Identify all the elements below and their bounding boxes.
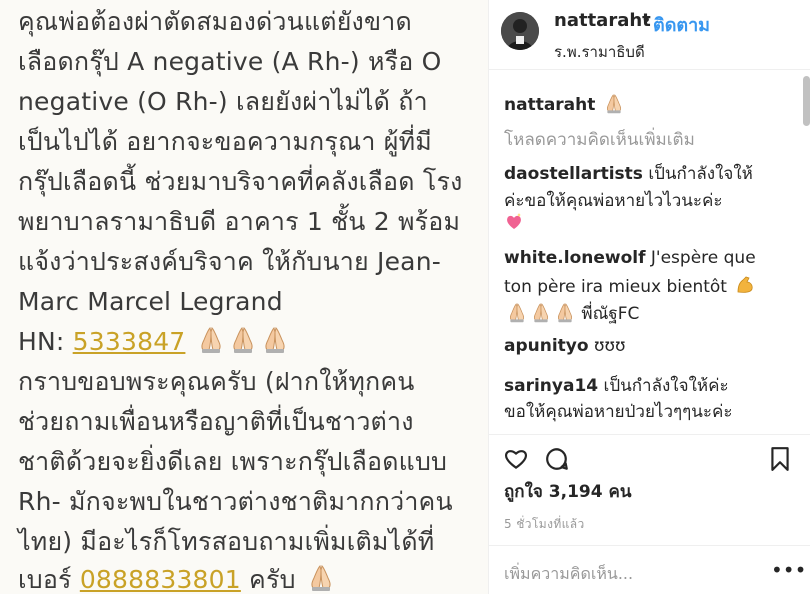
folded-hands-icon <box>554 301 576 323</box>
add-comment-input[interactable]: เพิ่มความคิดเห็น... <box>504 562 633 587</box>
folded-hands-icon <box>196 324 226 354</box>
location-link[interactable]: ร.พ.รามาธิบดี <box>554 40 645 64</box>
post-text-line: แจ้งว่าประสงค์บริจาค ให้กับนาย Jean- <box>18 247 441 276</box>
folded-hands-icon <box>530 301 552 323</box>
comment-username[interactable]: daostellartists <box>504 164 643 184</box>
post-text-line: พยาบาลรามาธิบดี อาคาร 1 ชั้น 2 พร้อม <box>18 207 461 236</box>
comment-text: พี่ณัฐFC <box>581 304 640 324</box>
comment-text: ขอให้คุณพ่อหายป่วยไวๆๆนะค่ะ <box>504 402 733 422</box>
avatar[interactable] <box>501 12 539 50</box>
hn-line: HN: 5333847 <box>18 322 290 362</box>
phone-suffix: ครับ <box>240 565 296 594</box>
likes-count[interactable]: ถูกใจ 3,194 คน <box>504 478 631 505</box>
hn-label: HN: <box>18 327 73 356</box>
comment-line: daostellartists เป็นกำลังใจให้ <box>504 160 753 187</box>
follow-button[interactable]: ติดตาม <box>653 10 710 39</box>
sparkling-heart-icon <box>504 212 524 237</box>
flexed-biceps-icon <box>737 276 753 293</box>
post-text-line: เป็นไปได้ อยากจะขอความกรุณา ผู้ที่มี <box>18 127 432 156</box>
comment-text: เป็นกำลังใจให้ <box>648 164 753 184</box>
caption: nattaraht <box>504 92 625 115</box>
post-text-line: กราบขอบพระคุณครับ (ฝากให้ทุกคน <box>18 367 415 396</box>
likes-label: ถูกใจ <box>504 482 543 502</box>
comment-line: พี่ณัฐFC <box>504 300 639 327</box>
comment-username[interactable]: apunityo <box>504 336 589 356</box>
comment-line: white.lonewolf J'espère que <box>504 248 756 268</box>
comments-panel: nattaraht • ติดตาม ร.พ.รามาธิบดี nattara… <box>488 0 810 594</box>
post-image: คุณพ่อต้องผ่าตัดสมองด่วนแต่ยังขาด เลือดก… <box>0 0 488 594</box>
folded-hands-icon <box>228 324 258 354</box>
post-text-line: ไทย) มีอะไรก็โทรสอบถามเพิ่มเติมได้ที่ <box>18 527 435 556</box>
post-text-line: negative (O Rh-) เลยยังผ่าไม่ได้ ถ้า <box>18 87 428 116</box>
likes-unit: คน <box>608 482 632 502</box>
heart-icon[interactable] <box>503 446 529 472</box>
post-time[interactable]: 5 ชั่วโมงที่แล้ว <box>504 515 585 534</box>
folded-hands-icon <box>260 324 290 354</box>
phone-prefix: เบอร์ <box>18 565 80 594</box>
comment-text: ʊʊʊ <box>593 336 626 356</box>
likes-number: 3,194 <box>548 482 603 502</box>
action-bar <box>489 440 810 480</box>
divider <box>489 434 810 435</box>
load-more-comments-link[interactable]: โหลดความคิดเห็นเพิ่มเติม <box>504 126 695 153</box>
folded-hands-icon <box>306 562 336 592</box>
comment-text: J'espère que <box>650 248 756 268</box>
comment-line: apunityo ʊʊʊ <box>504 336 625 356</box>
phone-number: 0888833801 <box>79 565 241 594</box>
folded-hands-icon <box>506 301 528 323</box>
comment-username[interactable]: white.lonewolf <box>504 248 646 268</box>
comment-text: ton père ira mieux bientôt <box>504 277 727 297</box>
bookmark-icon[interactable] <box>769 446 791 472</box>
more-options-button[interactable]: ••• <box>771 558 806 582</box>
caption-username[interactable]: nattaraht <box>504 95 595 115</box>
comments-scrollbar[interactable] <box>803 76 810 126</box>
comment-line: sarinya14 เป็นกำลังใจให้ค่ะ <box>504 372 729 399</box>
post-text-line: เลือดกรุ๊ป A negative (A Rh-) หรือ O <box>18 47 442 76</box>
comments-list: nattaraht โหลดความคิดเห็นเพิ่มเติม daost… <box>489 84 799 434</box>
divider <box>489 69 810 70</box>
hn-number: 5333847 <box>72 327 186 356</box>
post-text-line: Rh- มักจะพบในชาวต่างชาติมากกว่าคน <box>18 487 453 516</box>
divider <box>489 545 810 546</box>
avatar-image <box>501 12 539 50</box>
comment-text: ค่ะขอให้คุณพ่อหายไวไวนะค่ะ <box>504 191 723 211</box>
comment-icon[interactable] <box>544 446 570 472</box>
folded-hands-icon <box>603 92 625 114</box>
comment-username[interactable]: sarinya14 <box>504 376 598 396</box>
phone-line: เบอร์ 0888833801 ครับ <box>18 560 336 594</box>
post-text-line: Marc Marcel Legrand <box>18 287 283 316</box>
post-text-line: กรุ๊ปเลือดนี้ ช่วยมาบริจาคที่คลังเลือด โ… <box>18 167 463 196</box>
comment-line: ton père ira mieux bientôt <box>504 274 756 297</box>
header-dot: • <box>641 10 652 31</box>
post-text-line: ช่วยถามเพื่อนหรือญาติที่เป็นชาวต่าง <box>18 407 414 436</box>
post-text-line: ชาติด้วยจะยิ่งดีเลย เพราะกรุ๊ปเลือดแบบ <box>18 447 448 476</box>
comment-text: เป็นกำลังใจให้ค่ะ <box>603 376 729 396</box>
header-username[interactable]: nattaraht <box>554 10 651 31</box>
post-text-line: คุณพ่อต้องผ่าตัดสมองด่วนแต่ยังขาด <box>18 7 412 36</box>
